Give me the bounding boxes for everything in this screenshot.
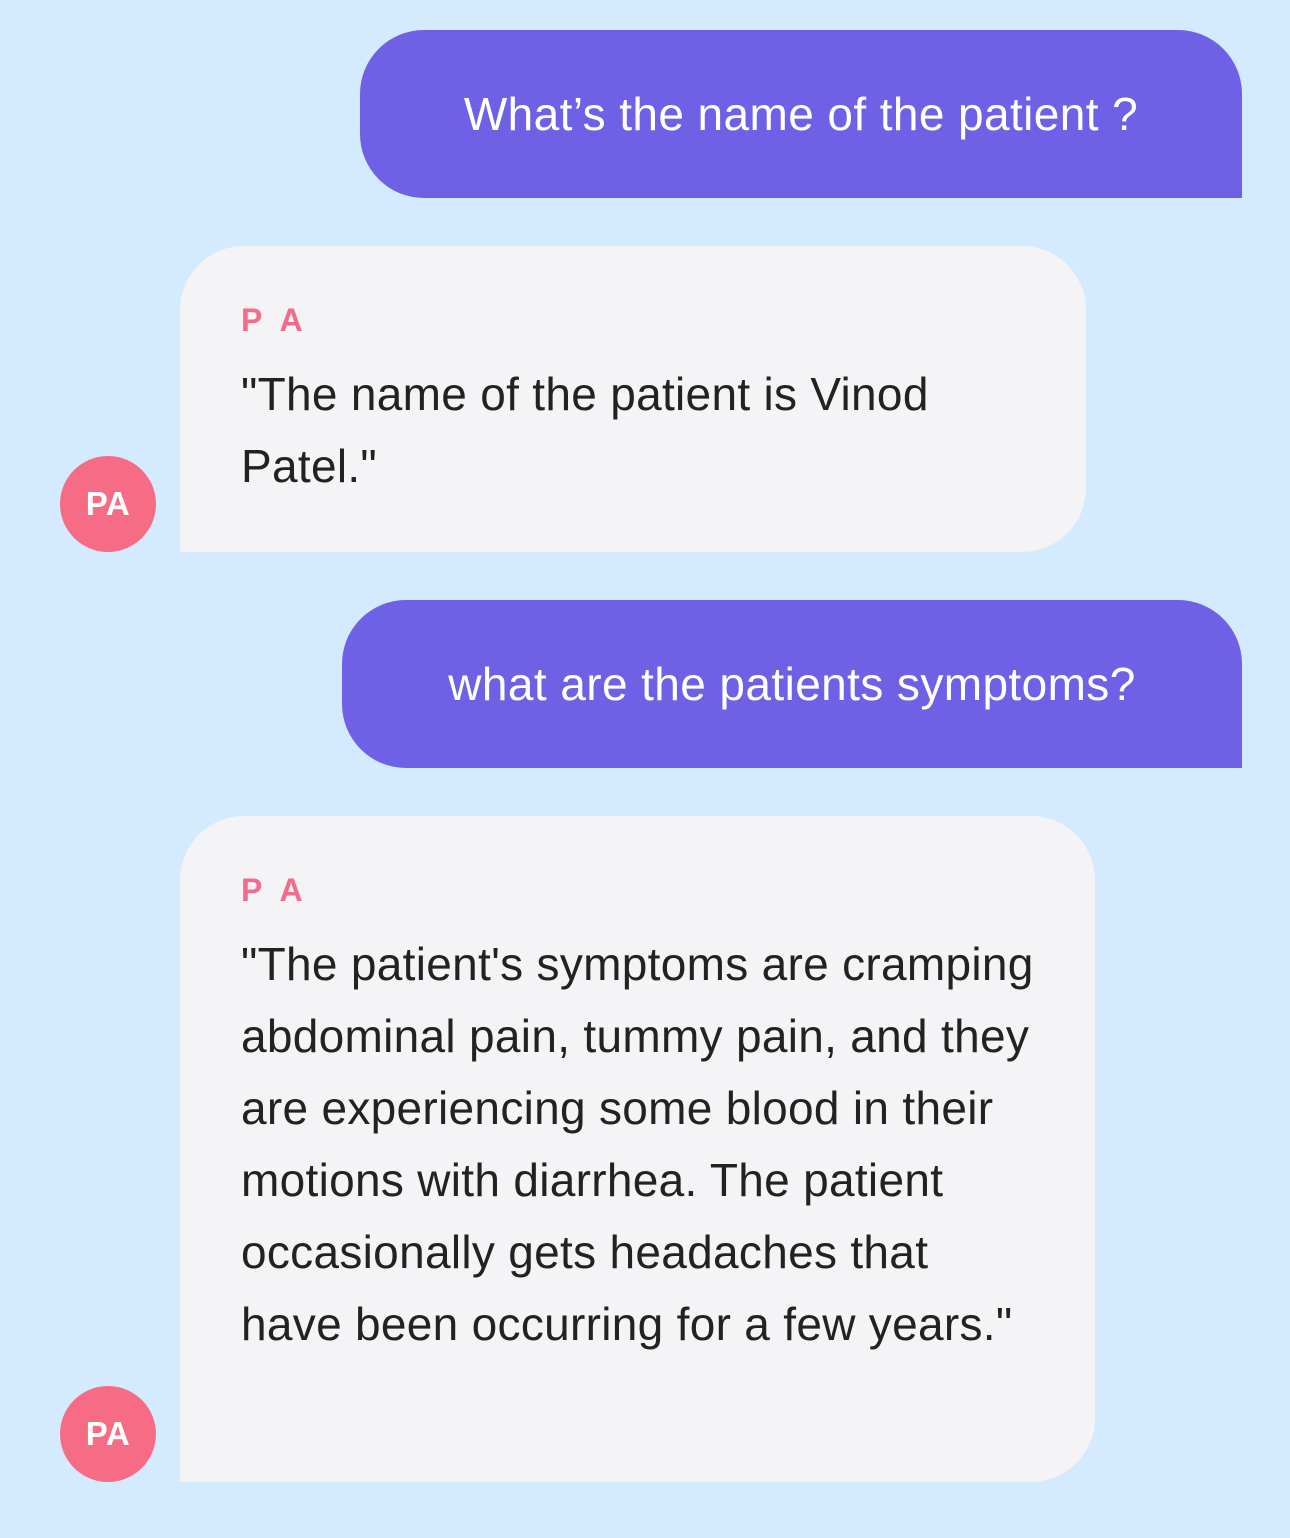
avatar: PA [60,1386,156,1482]
avatar-initials: PA [85,1415,131,1452]
user-message-bubble: What’s the name of the patient ? [360,30,1242,198]
assistant-message-bubble: P A "The name of the patient is Vinod Pa… [180,246,1086,552]
assistant-message-bubble: P A "The patient's symptoms are cramping… [180,816,1095,1482]
avatar: PA [60,456,156,552]
assistant-message-text: "The name of the patient is Vinod Patel.… [241,368,929,492]
assistant-message-text: "The patient's symptoms are cramping abd… [241,938,1034,1350]
sender-name: P A [241,302,308,338]
user-message-text: What’s the name of the patient ? [463,88,1139,140]
user-message-text: what are the patients symptoms? [448,658,1136,710]
user-message-bubble: what are the patients symptoms? [342,600,1242,768]
sender-name: P A [241,872,308,908]
avatar-initials: PA [85,485,131,522]
